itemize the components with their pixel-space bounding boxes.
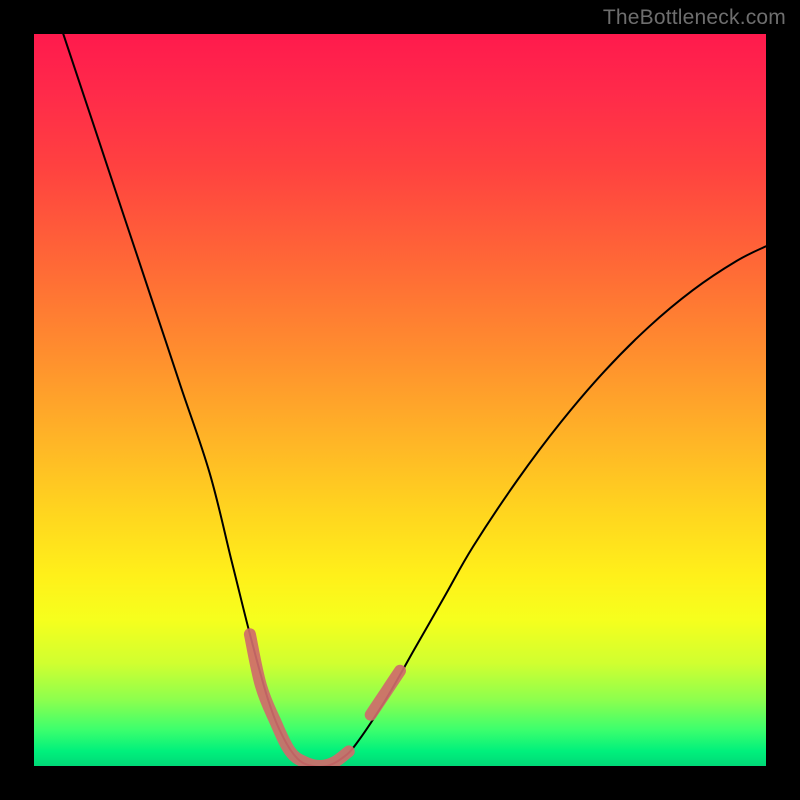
curve-svg (34, 34, 766, 766)
chart-frame: TheBottleneck.com (0, 0, 800, 800)
plot-area (34, 34, 766, 766)
highlight-segment-left (250, 634, 349, 766)
watermark-text: TheBottleneck.com (603, 6, 786, 30)
highlight-segment-right (371, 671, 400, 715)
bottleneck-curve (63, 34, 766, 766)
